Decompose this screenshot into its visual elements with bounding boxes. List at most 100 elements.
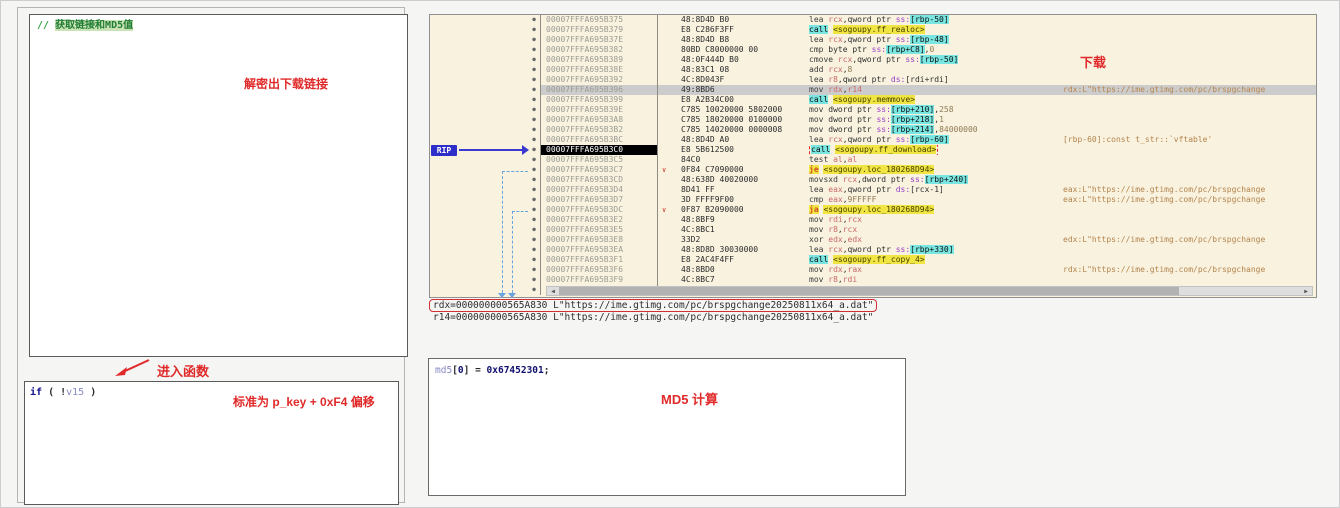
instruction-text: call <sogoupy.ff_copy_4>	[807, 255, 1055, 265]
annotation-offset-note: 标准为 p_key + 0xF4 偏移	[233, 393, 375, 410]
scroll-left-icon[interactable]: ◀	[547, 287, 559, 295]
breakpoint-dot-icon[interactable]: ●	[528, 25, 540, 35]
jump-margin	[430, 95, 528, 105]
jump-margin	[430, 65, 528, 75]
breakpoint-dot-icon[interactable]: ●	[528, 285, 540, 295]
breakpoint-dot-icon[interactable]: ●	[528, 135, 540, 145]
disasm-row[interactable]: ●00007FFFA695B3DC∨0F87 B2090000ja <sogou…	[430, 205, 1316, 215]
disasm-row[interactable]: ●00007FFFA695B39EC785 10020000 5802000mo…	[430, 105, 1316, 115]
breakpoint-dot-icon[interactable]: ●	[528, 75, 540, 85]
breakpoint-dot-icon[interactable]: ●	[528, 225, 540, 235]
breakpoint-dot-icon[interactable]: ●	[528, 255, 540, 265]
breakpoint-dot-icon[interactable]: ●	[528, 145, 540, 155]
breakpoint-dot-icon[interactable]: ●	[528, 175, 540, 185]
instruction-bytes: 80BD C8000000 00	[657, 45, 807, 55]
debugger-screenshot-root: // 获取链接和MD5值ff_copy_1(v117, &this->task_…	[0, 0, 1340, 508]
pseudocode-panel-main: // 获取链接和MD5值ff_copy_1(v117, &this->task_…	[29, 14, 408, 357]
jump-margin	[430, 185, 528, 195]
jump-margin	[430, 35, 528, 45]
breakpoint-dot-icon[interactable]: ●	[528, 125, 540, 135]
disasm-row[interactable]: ●00007FFFA695B3D73D FFFF9F00cmp eax,9FFF…	[430, 195, 1316, 205]
instruction-address: 00007FFFA695B3F6	[540, 265, 657, 275]
disasm-row[interactable]: ●00007FFFA695B3F648:8BD0mov rdx,raxrdx:L…	[430, 265, 1316, 275]
instruction-bytes: 84C0	[657, 155, 807, 165]
instruction-bytes: E8 A2B34C00	[657, 95, 807, 105]
disasm-row[interactable]: ●00007FFFA695B3E248:8BF9mov rdi,rcx	[430, 215, 1316, 225]
instruction-comment	[1055, 25, 1316, 35]
breakpoint-dot-icon[interactable]: ●	[528, 35, 540, 45]
breakpoint-dot-icon[interactable]: ●	[528, 205, 540, 215]
disasm-row[interactable]: ●00007FFFA695B3924C:8D043Flea r8,qword p…	[430, 75, 1316, 85]
scroll-right-icon[interactable]: ▶	[1300, 287, 1312, 295]
instruction-comment	[1055, 155, 1316, 165]
instruction-address: 00007FFFA695B3C0	[540, 145, 657, 155]
breakpoint-dot-icon[interactable]: ●	[528, 95, 540, 105]
instruction-address: 00007FFFA695B399	[540, 95, 657, 105]
instruction-text: mov rdi,rcx	[807, 215, 1055, 225]
disasm-row[interactable]: ●00007FFFA695B38948:0F444D B0cmove rcx,q…	[430, 55, 1316, 65]
jump-margin	[430, 165, 528, 175]
breakpoint-dot-icon[interactable]: ●	[528, 105, 540, 115]
instruction-bytes: 49:8BD6	[657, 85, 807, 95]
breakpoint-dot-icon[interactable]: ●	[528, 115, 540, 125]
instruction-text: je <sogoupy.loc_180268D94>	[807, 165, 1055, 175]
disasm-row[interactable]: ●00007FFFA695B37548:8D4D B0lea rcx,qword…	[430, 15, 1316, 25]
disasm-row[interactable]: ●00007FFFA695B3C7∨0F84 C7090000je <sogou…	[430, 165, 1316, 175]
breakpoint-dot-icon[interactable]: ●	[528, 165, 540, 175]
breakpoint-dot-icon[interactable]: ●	[528, 185, 540, 195]
disasm-row[interactable]: ●00007FFFA695B379E8 C286F3FFcall <sogoup…	[430, 25, 1316, 35]
disasm-row[interactable]: ●00007FFFA695B3E833D2xor edx,edxedx:L"ht…	[430, 235, 1316, 245]
disasm-row[interactable]: ●00007FFFA695B37E48:8D4D B8lea rcx,qword…	[430, 35, 1316, 45]
disasm-row[interactable]: ●00007FFFA695B3CD48:638D 40020000movsxd …	[430, 175, 1316, 185]
breakpoint-dot-icon[interactable]: ●	[528, 155, 540, 165]
instruction-comment	[1055, 75, 1316, 85]
disasm-row[interactable]: ●00007FFFA695B3EA48:8D8D 30030000lea rcx…	[430, 245, 1316, 255]
instruction-text: mov dword ptr ss:[rbp+214],84000000	[807, 125, 1055, 135]
instruction-bytes: 48:8D4D A0	[657, 135, 807, 145]
jump-margin	[430, 45, 528, 55]
instruction-bytes: 48:8BF9	[657, 215, 807, 225]
instruction-bytes: 48:638D 40020000	[657, 175, 807, 185]
disasm-row[interactable]: ●00007FFFA695B3E54C:8BC1mov r8,rcx	[430, 225, 1316, 235]
instruction-text: call <sogoupy.ff_download>	[807, 145, 1055, 155]
instruction-address: 00007FFFA695B3DC	[540, 205, 657, 215]
horizontal-scrollbar[interactable]: ◀ ▶	[546, 286, 1313, 296]
register-value-r14: r14=000000000565A830 L"https://ime.gtimg…	[433, 312, 873, 323]
disasm-row[interactable]: ●00007FFFA695B399E8 A2B34C00call <sogoup…	[430, 95, 1316, 105]
disasm-row[interactable]: ●00007FFFA695B3C0E8 5B612500call <sogoup…	[430, 145, 1316, 155]
scrollbar-thumb[interactable]	[559, 287, 1179, 295]
breakpoint-dot-icon[interactable]: ●	[528, 235, 540, 245]
breakpoint-dot-icon[interactable]: ●	[528, 195, 540, 205]
instruction-bytes: 48:8D4D B0	[657, 15, 807, 25]
disasm-row[interactable]: ●00007FFFA695B3D48D41 FFlea eax,qword pt…	[430, 185, 1316, 195]
instruction-text: mov dword ptr ss:[rbp+218],1	[807, 115, 1055, 125]
instruction-comment	[1055, 95, 1316, 105]
breakpoint-dot-icon[interactable]: ●	[528, 55, 540, 65]
disasm-row[interactable]: ●00007FFFA695B3A8C785 18020000 0100000mo…	[430, 115, 1316, 125]
disasm-row[interactable]: ●00007FFFA695B3F1E8 2AC4F4FFcall <sogoup…	[430, 255, 1316, 265]
instruction-comment: rdx:L"https://ime.gtimg.com/pc/brspgchan…	[1055, 265, 1316, 275]
instruction-text: mov rdx,r14	[807, 85, 1055, 95]
breakpoint-dot-icon[interactable]: ●	[528, 275, 540, 285]
breakpoint-dot-icon[interactable]: ●	[528, 215, 540, 225]
breakpoint-dot-icon[interactable]: ●	[528, 15, 540, 25]
breakpoint-dot-icon[interactable]: ●	[528, 45, 540, 55]
disasm-row[interactable]: ●00007FFFA695B38280BD C8000000 00cmp byt…	[430, 45, 1316, 55]
disasm-row[interactable]: ●00007FFFA695B3C584C0test al,al	[430, 155, 1316, 165]
instruction-address: 00007FFFA695B3C5	[540, 155, 657, 165]
disasm-row[interactable]: ●00007FFFA695B3BC48:8D4D A0lea rcx,qword…	[430, 135, 1316, 145]
disasm-row[interactable]: ●00007FFFA695B39649:8BD6mov rdx,r14rdx:L…	[430, 85, 1316, 95]
instruction-address: 00007FFFA695B39E	[540, 105, 657, 115]
breakpoint-dot-icon[interactable]: ●	[528, 85, 540, 95]
instruction-comment	[1055, 165, 1316, 175]
instruction-address: 00007FFFA695B3E5	[540, 225, 657, 235]
disasm-row[interactable]: ●00007FFFA695B38E48:83C1 08add rcx,8	[430, 65, 1316, 75]
breakpoint-dot-icon[interactable]: ●	[528, 65, 540, 75]
breakpoint-dot-icon[interactable]: ●	[528, 265, 540, 275]
breakpoint-dot-icon[interactable]: ●	[528, 245, 540, 255]
instruction-comment: eax:L"https://ime.gtimg.com/pc/brspgchan…	[1055, 185, 1316, 195]
disasm-row[interactable]: ●00007FFFA695B3B2C785 14020000 0000008mo…	[430, 125, 1316, 135]
jump-margin	[430, 115, 528, 125]
disasm-row[interactable]: ●00007FFFA695B3F94C:8BC7mov r8,rdi	[430, 275, 1316, 285]
jump-down-arrow-icon	[508, 293, 516, 298]
